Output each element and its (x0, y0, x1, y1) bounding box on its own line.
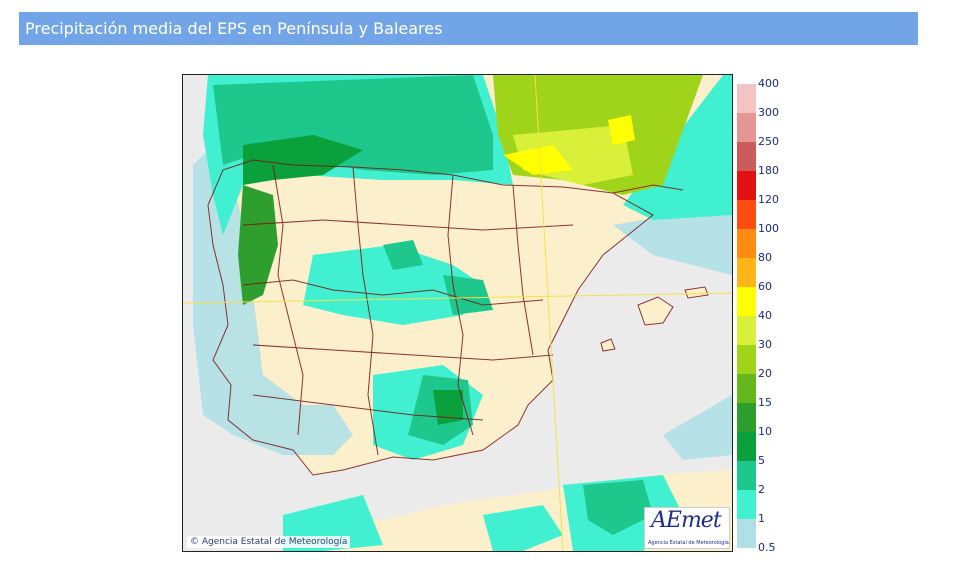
legend-swatch (737, 287, 756, 316)
title-bar: Precipitación media del EPS en Península… (19, 12, 918, 45)
legend-swatch (737, 258, 756, 287)
legend-label: 300 (758, 106, 779, 119)
legend-label: 250 (758, 135, 779, 148)
legend-label: 60 (758, 280, 772, 293)
legend-label: 20 (758, 367, 772, 380)
aemet-logo: AEmet Agencia Estatal de Meteorología (644, 507, 730, 549)
legend-label: 120 (758, 193, 779, 206)
legend-swatch (737, 113, 756, 142)
legend-swatch (737, 84, 756, 113)
logo-wordmark: AEmet (651, 508, 722, 533)
legend-label: 180 (758, 164, 779, 177)
legend-label: 0.5 (758, 541, 776, 554)
legend-label: 400 (758, 77, 779, 90)
legend-label: 100 (758, 222, 779, 235)
legend-label: 15 (758, 396, 772, 409)
legend-swatch (737, 142, 756, 171)
precip-zone-dkgreen (433, 390, 463, 425)
map-canvas (183, 75, 732, 551)
legend-label: 10 (758, 425, 772, 438)
legend-swatch (737, 171, 756, 200)
legend-swatch (737, 490, 756, 519)
legend-label: 80 (758, 251, 772, 264)
legend-label: 2 (758, 483, 765, 496)
legend-swatch (737, 229, 756, 258)
page-title: Precipitación media del EPS en Península… (25, 19, 443, 38)
legend-swatch (737, 403, 756, 432)
legend-swatch (737, 200, 756, 229)
legend-label: 30 (758, 338, 772, 351)
legend-label: 5 (758, 454, 765, 467)
color-legend (737, 84, 756, 548)
legend-swatch (737, 432, 756, 461)
legend-label: 40 (758, 309, 772, 322)
precipitation-map: © Agencia Estatal de Meteorología AEmet … (182, 74, 733, 552)
legend-swatch (737, 374, 756, 403)
copyright-notice: © Agencia Estatal de Meteorología (187, 536, 351, 548)
logo-subtitle: Agencia Estatal de Meteorología (648, 540, 729, 546)
legend-swatch (737, 345, 756, 374)
legend-swatch (737, 316, 756, 345)
legend-swatch (737, 519, 756, 548)
legend-swatch (737, 461, 756, 490)
legend-label: 1 (758, 512, 765, 525)
